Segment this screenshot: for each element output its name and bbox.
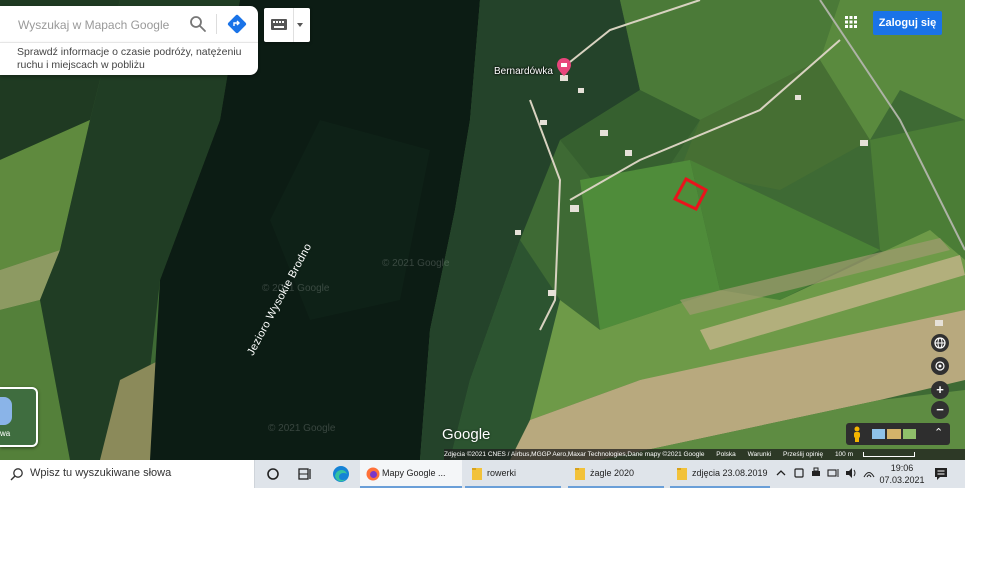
network-icon[interactable] [827, 466, 841, 480]
chevron-up-icon[interactable] [776, 466, 786, 480]
search-box [0, 6, 258, 42]
globe-view-button[interactable] [931, 334, 949, 352]
scale-bar[interactable] [863, 451, 916, 457]
expand-icon[interactable]: ⌃ [934, 426, 943, 439]
poi-label[interactable]: Bernardówka [494, 66, 553, 77]
task-open-indicator [568, 486, 664, 488]
globe-icon [934, 337, 946, 349]
search-icon [190, 16, 206, 32]
cortana-circle-icon [267, 468, 279, 480]
terms-link[interactable]: Warunki [748, 451, 772, 458]
task-open-indicator [670, 486, 770, 488]
feedback-link[interactable]: Prześlij opinię [783, 451, 823, 458]
clock-time: 19:06 [890, 463, 914, 473]
layers-thumb-water [0, 397, 12, 425]
directions-icon [227, 14, 247, 34]
map-watermark: © 2021 Google [382, 258, 450, 269]
location-target-icon [935, 361, 945, 371]
zoom-out-button[interactable]: − [931, 401, 949, 419]
google-logo: Google [442, 426, 491, 443]
taskbar-task-mapy-google[interactable]: Mapy Google ... [360, 460, 462, 488]
imagery-thumbnail[interactable] [887, 429, 901, 439]
street-view-bar[interactable]: ⌃ [846, 423, 950, 445]
task-view-icon [298, 468, 311, 480]
clock-date: 07.03.2021 [879, 475, 925, 485]
search-input[interactable] [16, 14, 190, 36]
scale-label[interactable]: 100 m [835, 451, 853, 458]
login-button[interactable]: Zaloguj się [873, 11, 942, 35]
search-divider [216, 14, 217, 34]
printer-icon[interactable] [810, 466, 822, 480]
map-attribution: Zdjęcia ©2021 CNES / Airbus,MGGP Aero,Ma… [444, 449, 965, 460]
taskbar-clock[interactable]: 19:06 07.03.2021 [878, 462, 926, 486]
map-layers-toggle[interactable]: wa [0, 387, 38, 447]
chevron-down-icon[interactable] [297, 23, 303, 27]
taskbar-task-rowerki[interactable]: rowerki [465, 460, 561, 488]
cortana-button[interactable] [262, 464, 284, 484]
imagery-thumbnail[interactable] [902, 429, 916, 439]
windows-taskbar: Wpisz tu wyszukiwane słowa Mapy Google .… [0, 460, 965, 488]
search-hint-card: Sprawdź informacje o czasie podróży, nat… [0, 42, 258, 75]
screen: © 2021 Google © 2021 Google © 2021 Googl… [0, 0, 965, 488]
pegman-icon[interactable] [852, 426, 862, 442]
imagery-attribution: Zdjęcia ©2021 CNES / Airbus,MGGP Aero,Ma… [444, 451, 705, 458]
input-tools-button[interactable] [264, 8, 310, 42]
firefox-icon [366, 467, 380, 481]
folder-icon [575, 468, 585, 480]
place-pin-icon[interactable] [557, 58, 571, 76]
apps-button[interactable] [842, 13, 860, 31]
folder-icon [677, 468, 687, 480]
map-watermark: © 2021 Google [262, 283, 330, 294]
zoom-in-button[interactable]: + [931, 381, 949, 399]
my-location-button[interactable] [931, 357, 949, 375]
task-view-button[interactable] [294, 464, 316, 484]
map-watermark: © 2021 Google [268, 423, 336, 434]
edge-browser-icon [333, 466, 349, 482]
task-open-indicator [465, 486, 561, 488]
search-hint-text: Sprawdź informacje o czasie podróży, nat… [17, 46, 242, 71]
directions-button[interactable] [226, 13, 248, 35]
volume-icon[interactable] [845, 466, 859, 480]
country-link[interactable]: Polska [716, 451, 736, 458]
keyboard-icon [271, 19, 287, 30]
taskbar-task-zagle-2020[interactable]: żagle 2020 [568, 460, 664, 488]
taskbar-task-zdjecia[interactable]: zdjęcia 23.08.2019 [670, 460, 770, 488]
imagery-thumbnails[interactable] [872, 429, 916, 439]
meet-now-icon[interactable] [793, 466, 805, 480]
imagery-thumbnail[interactable] [872, 429, 886, 439]
taskbar-search-text: Wpisz tu wyszukiwane słowa [30, 467, 172, 479]
taskbar-search[interactable]: Wpisz tu wyszukiwane słowa [0, 460, 255, 488]
apps-grid-icon [845, 16, 857, 28]
task-label: Mapy Google ... [382, 468, 446, 478]
input-tools-divider [293, 8, 294, 42]
edge-button[interactable] [330, 464, 352, 484]
layers-label: wa [0, 429, 11, 438]
search-button[interactable] [188, 14, 208, 34]
task-label: zdjęcia 23.08.2019 [692, 468, 768, 478]
search-icon [10, 468, 23, 481]
task-active-indicator [360, 486, 462, 488]
notifications-icon[interactable] [934, 467, 948, 481]
wifi-icon[interactable] [863, 466, 875, 480]
task-label: rowerki [487, 468, 517, 478]
task-label: żagle 2020 [590, 468, 635, 478]
folder-icon [472, 468, 482, 480]
